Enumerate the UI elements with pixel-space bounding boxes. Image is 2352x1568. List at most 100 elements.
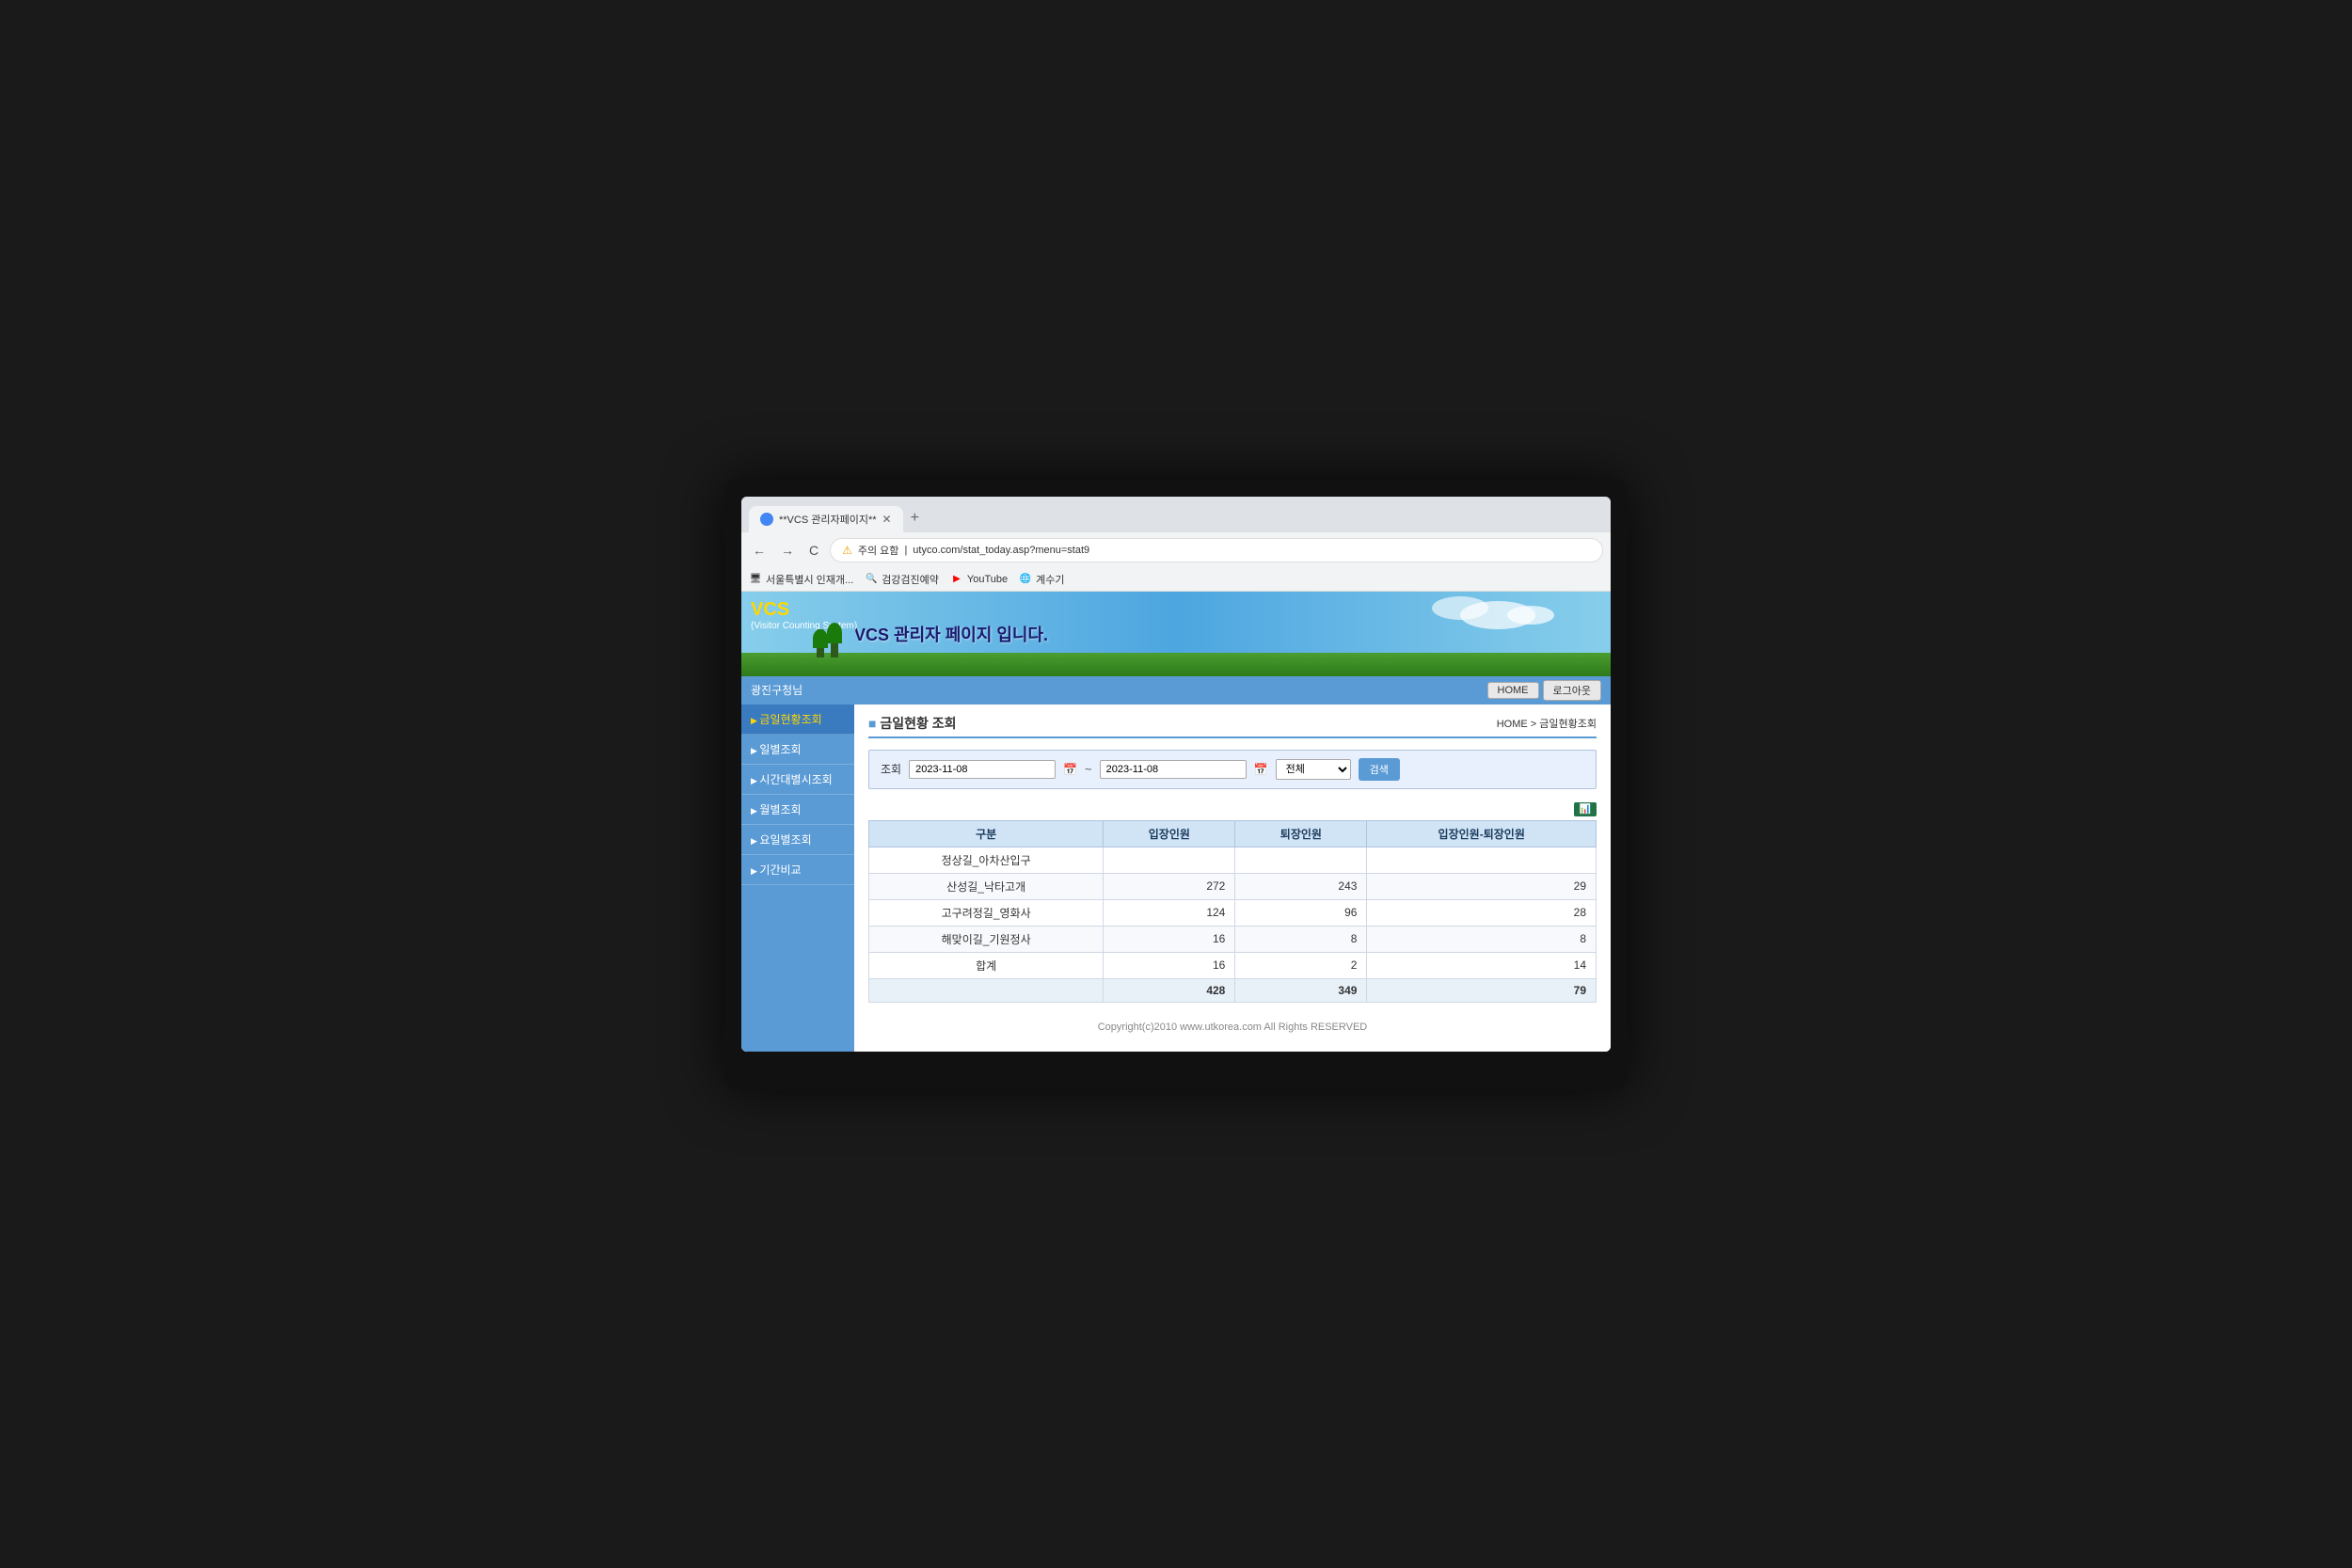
tab-close-button[interactable]: ✕ [882, 513, 892, 526]
sidebar-item-label: 요일별조회 [759, 833, 811, 847]
diff-count: 8 [1367, 926, 1597, 952]
sidebar-item-period[interactable]: 기간비교 [741, 855, 854, 885]
total-label [869, 978, 1104, 1002]
col-exit-header: 퇴장인원 [1235, 820, 1367, 847]
bookmarks-bar: 🖥 서울특별시 인재개... 🔍 검강검진예약 ▶ YouTube 🌐 계수기 [741, 568, 1611, 592]
site-nav: 광진구청님 HOME 로그아웃 [741, 676, 1611, 705]
url-text: utyco.com/stat_today.asp?menu=stat9 [913, 545, 1089, 556]
active-tab[interactable]: **VCS 관리자페이지** ✕ [749, 506, 903, 532]
location-name: 해맞이길_기원정사 [869, 926, 1104, 952]
total-exit: 349 [1235, 978, 1367, 1002]
diff-count: 29 [1367, 873, 1597, 899]
calendar-from-icon[interactable]: 📅 [1063, 763, 1077, 776]
data-table: 구분 입장인원 퇴장인원 입장인원-퇴장인원 정상길_아차산입구 [868, 820, 1597, 1003]
cloud-decoration [1432, 596, 1488, 620]
logout-button[interactable]: 로그아웃 [1543, 680, 1601, 701]
excel-icon-symbol: 📊 [1580, 804, 1591, 815]
breadcrumb: HOME > 금일현황조회 [1497, 716, 1597, 731]
bookmark-label: 서울특별시 인재개... [766, 572, 853, 587]
main-layout: 금일현황조회 일별조회 시간대별시조회 월별조회 요일별조회 [741, 705, 1611, 1052]
excel-export-button[interactable]: 📊 [1574, 802, 1597, 816]
location-name: 정상길_아차산입구 [869, 847, 1104, 873]
counter-icon: 🌐 [1019, 573, 1032, 586]
copyright-text: Copyright(c)2010 www.utkorea.com All Rig… [868, 1003, 1597, 1042]
sidebar-item-label: 월별조회 [759, 803, 801, 816]
search-button[interactable]: 검색 [1359, 758, 1400, 781]
vcs-banner-text: VCS 관리자 페이지 입니다. [854, 622, 1048, 646]
diff-count: 14 [1367, 952, 1597, 978]
back-button[interactable]: ← [749, 541, 770, 560]
search-area: 조회 📅 ~ 📅 전체 검색 [868, 750, 1597, 789]
bookmark-youtube[interactable]: ▶ YouTube [950, 573, 1008, 586]
location-name: 산성길_낙타고개 [869, 873, 1104, 899]
cloud-decoration [1507, 606, 1554, 625]
bookmark-label: 계수기 [1036, 572, 1064, 587]
sidebar: 금일현황조회 일별조회 시간대별시조회 월별조회 요일별조회 [741, 705, 854, 1052]
col-diff-header: 입장인원-퇴장인원 [1367, 820, 1597, 847]
monitor-frame: **VCS 관리자페이지** ✕ + ← → C ⚠ 주의 요함 | utyco… [724, 480, 1628, 1089]
exit-count [1235, 847, 1367, 873]
bookmark-icon: 🔍 [865, 573, 878, 586]
entry-count: 16 [1104, 926, 1235, 952]
page-title-bar: 금일현황 조회 HOME > 금일현황조회 [868, 714, 1597, 738]
bookmark-health[interactable]: 🔍 검강검진예약 [865, 572, 939, 587]
page-title: 금일현황 조회 [868, 714, 957, 733]
address-bar[interactable]: ⚠ 주의 요함 | utyco.com/stat_today.asp?menu=… [830, 538, 1603, 562]
exit-count: 2 [1235, 952, 1367, 978]
sidebar-item-daily[interactable]: 일별조회 [741, 735, 854, 765]
date-to-input[interactable] [1100, 760, 1247, 779]
table-row: 합계 16 2 14 [869, 952, 1597, 978]
youtube-icon: ▶ [950, 573, 963, 586]
vcs-logo-area: VCS (Visitor Counting System) [751, 599, 857, 631]
table-header-row: 구분 입장인원 퇴장인원 입장인원-퇴장인원 [869, 820, 1597, 847]
vcs-logo: VCS [751, 599, 857, 621]
browser-chrome: **VCS 관리자페이지** ✕ + [741, 497, 1611, 532]
table-row: 정상길_아차산입구 [869, 847, 1597, 873]
table-row: 산성길_낙타고개 272 243 29 [869, 873, 1597, 899]
warning-text: 주의 요함 [858, 543, 899, 558]
sidebar-item-label: 일별조회 [759, 743, 801, 756]
sidebar-item-label: 기간비교 [759, 863, 801, 877]
entry-count: 124 [1104, 899, 1235, 926]
address-bar-row: ← → C ⚠ 주의 요함 | utyco.com/stat_today.asp… [741, 532, 1611, 568]
sidebar-item-hourly[interactable]: 시간대별시조회 [741, 765, 854, 795]
tree-top-decoration [813, 629, 828, 648]
home-nav-button[interactable]: HOME [1487, 682, 1539, 699]
sidebar-item-label: 시간대별시조회 [759, 773, 832, 786]
bookmark-label: 검강검진예약 [882, 572, 939, 587]
bookmark-icon: 🖥 [749, 573, 762, 586]
col-name-header: 구분 [869, 820, 1104, 847]
date-from-input[interactable] [909, 760, 1056, 779]
reload-button[interactable]: C [805, 541, 822, 560]
diff-count [1367, 847, 1597, 873]
col-entry-header: 입장인원 [1104, 820, 1235, 847]
bookmark-seoul[interactable]: 🖥 서울특별시 인재개... [749, 572, 853, 587]
bookmark-label: YouTube [967, 574, 1008, 585]
tab-bar: **VCS 관리자페이지** ✕ + [749, 504, 1603, 532]
main-content-area: 금일현황 조회 HOME > 금일현황조회 조회 📅 ~ 📅 전체 [854, 705, 1611, 1052]
separator: | [904, 545, 907, 556]
new-tab-button[interactable]: + [903, 504, 927, 532]
sidebar-item-label: 금일현황조회 [759, 713, 821, 726]
calendar-to-icon[interactable]: 📅 [1254, 763, 1268, 776]
exit-count: 96 [1235, 899, 1367, 926]
table-row: 해맞이길_기원정사 16 8 8 [869, 926, 1597, 952]
total-row: 428 349 79 [869, 978, 1597, 1002]
bookmark-counter[interactable]: 🌐 계수기 [1019, 572, 1064, 587]
date-separator: ~ [1085, 762, 1092, 776]
sidebar-item-weekday[interactable]: 요일별조회 [741, 825, 854, 855]
tab-title: **VCS 관리자페이지** [779, 512, 877, 527]
total-entry: 428 [1104, 978, 1235, 1002]
search-label: 조회 [881, 761, 901, 777]
entry-count [1104, 847, 1235, 873]
forward-button[interactable]: → [777, 541, 798, 560]
excel-export-area: 📊 [1574, 800, 1597, 816]
warning-icon: ⚠ [842, 544, 852, 557]
category-select[interactable]: 전체 [1276, 759, 1351, 780]
sidebar-item-today[interactable]: 금일현황조회 [741, 705, 854, 735]
diff-count: 28 [1367, 899, 1597, 926]
total-diff: 79 [1367, 978, 1597, 1002]
sidebar-item-monthly[interactable]: 월별조회 [741, 795, 854, 825]
site-content: VCS (Visitor Counting System) VCS 관리자 페이… [741, 592, 1611, 1052]
exit-count: 8 [1235, 926, 1367, 952]
